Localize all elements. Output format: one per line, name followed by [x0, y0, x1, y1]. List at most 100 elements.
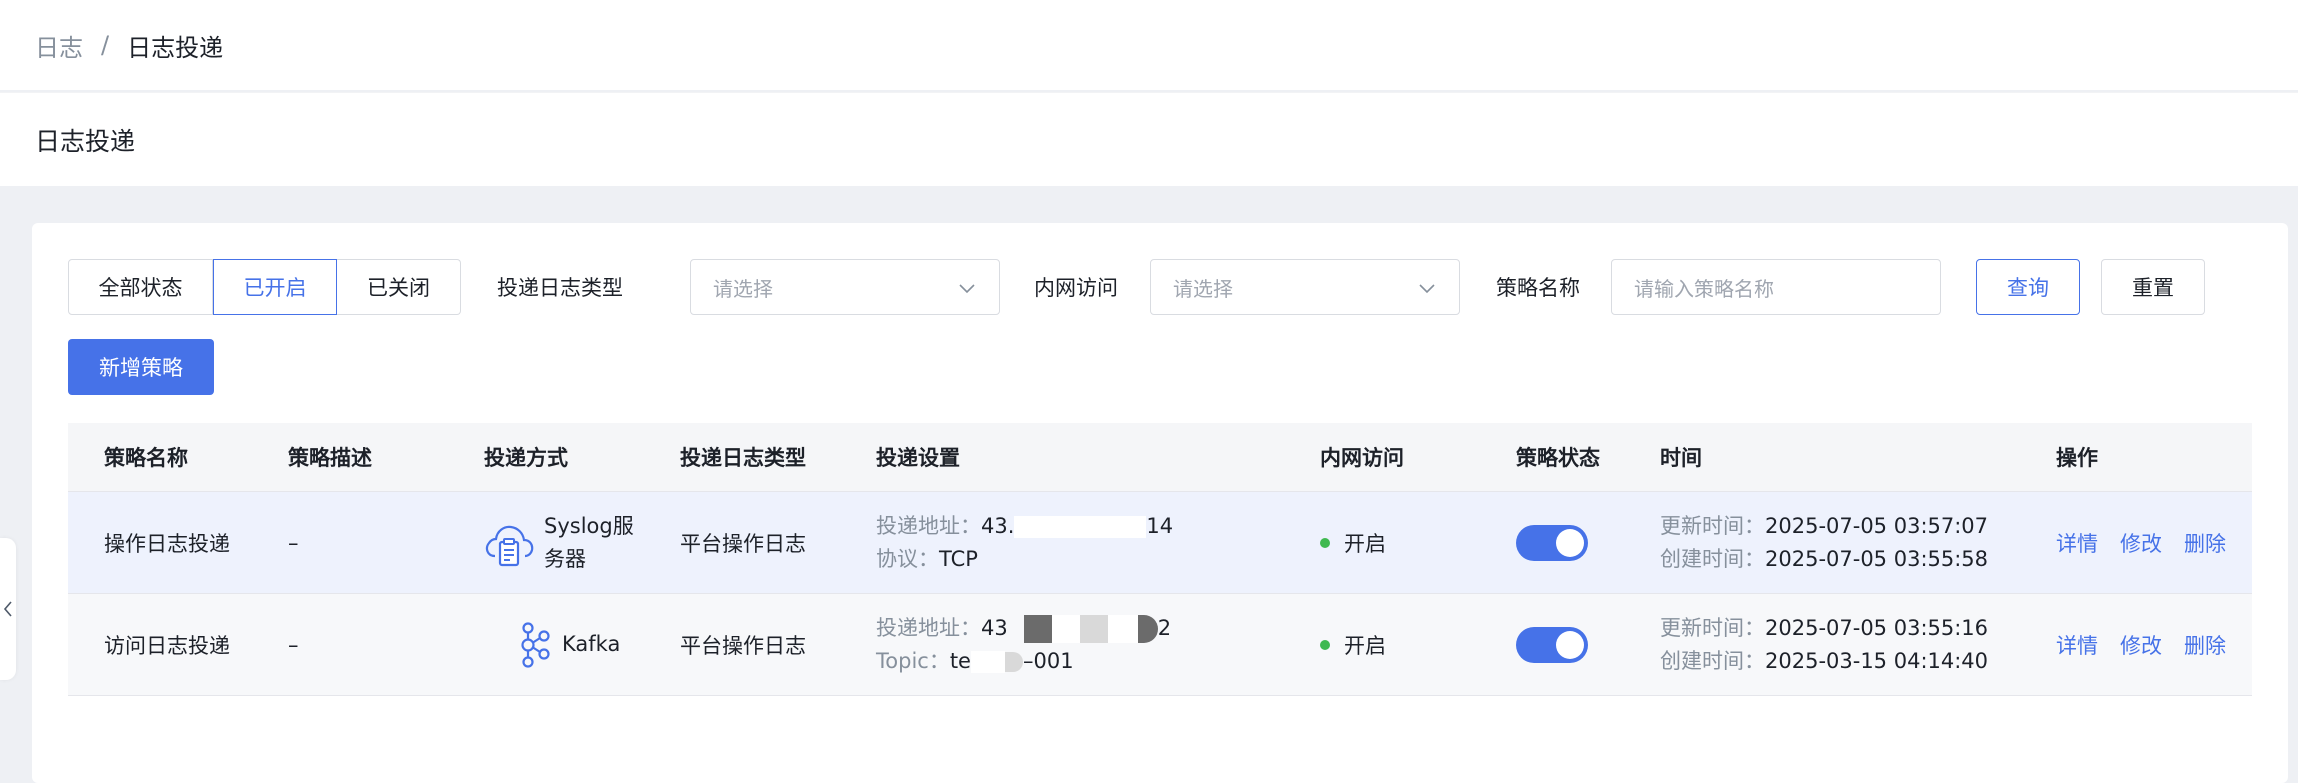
- col-header-name: 策略名称: [104, 446, 188, 470]
- content-card: 全部状态 已开启 已关闭 投递日志类型 请选择 内网访问 请选择 策略名称 请输…: [32, 223, 2288, 783]
- protocol-value: TCP: [939, 546, 978, 571]
- chevron-left-icon: [3, 601, 12, 617]
- cell-method: Syslog服 务器: [482, 492, 634, 593]
- log-type-select[interactable]: 请选择: [690, 259, 1000, 315]
- updated-label: 更新时间：: [1660, 615, 1765, 640]
- table-row: 操作日志投递 – Syslog服 务器 平台操作日志 投递地址：43. 14 协…: [68, 492, 2252, 594]
- cell-policy-desc: –: [288, 530, 299, 555]
- created-value: 2025-03-15 04:14:40: [1765, 648, 1989, 673]
- filter-bar: 全部状态 已开启 已关闭 投递日志类型 请选择 内网访问 请选择 策略名称 请输…: [68, 259, 2288, 315]
- edit-link[interactable]: 修改: [2120, 630, 2162, 660]
- add-policy-button[interactable]: 新增策略: [68, 339, 214, 395]
- redaction-mask: [1004, 651, 1023, 672]
- cell-intranet: 开启: [1320, 594, 1386, 695]
- redaction-mask: [1079, 614, 1108, 643]
- updated-value: 2025-07-05 03:55:16: [1765, 615, 1989, 640]
- col-header-actions: 操作: [2056, 446, 2098, 470]
- query-button[interactable]: 查询: [1976, 259, 2080, 315]
- status-tab-disabled[interactable]: 已关闭: [337, 259, 461, 315]
- intranet-select[interactable]: 请选择: [1150, 259, 1460, 315]
- addr-prefix: 43.: [981, 513, 1015, 538]
- chevron-down-icon: [959, 284, 975, 294]
- cell-policy-name: 操作日志投递: [104, 531, 230, 556]
- cell-intranet: 开启: [1320, 492, 1386, 593]
- created-value: 2025-07-05 03:55:58: [1765, 546, 1989, 571]
- cell-policy-desc: –: [288, 632, 299, 657]
- redaction-mask: [1051, 614, 1080, 643]
- log-type-label: 投递日志类型: [497, 276, 623, 300]
- cell-settings: 投递地址：43 2 Topic：te –001: [876, 594, 1171, 695]
- col-header-time: 时间: [1660, 446, 1702, 470]
- addr-prefix: 43: [981, 615, 1008, 640]
- cell-time: 更新时间：2025-07-05 03:57:07 创建时间：2025-07-05…: [1660, 492, 1988, 593]
- cell-settings: 投递地址：43. 14 协议：TCP: [876, 492, 1173, 593]
- breadcrumb: 日志 / 日志投递: [0, 0, 2298, 90]
- delete-link[interactable]: 删除: [2184, 528, 2226, 558]
- addr-label: 投递地址：: [876, 513, 981, 538]
- status-tab-enabled[interactable]: 已开启: [213, 259, 337, 315]
- log-type-placeholder: 请选择: [713, 276, 773, 301]
- sidebar-collapse-handle[interactable]: [0, 538, 16, 680]
- chevron-down-icon: [1419, 284, 1435, 294]
- status-segmented-control: 全部状态 已开启 已关闭: [68, 259, 461, 315]
- topic-prefix: te: [949, 648, 971, 673]
- intranet-status-text: 开启: [1344, 633, 1386, 658]
- method-label-line2: 务器: [544, 546, 586, 571]
- col-header-settings: 投递设置: [876, 446, 960, 470]
- redaction-mask: [1014, 515, 1147, 538]
- status-dot-icon: [1320, 537, 1330, 548]
- topic-suffix: –001: [1022, 648, 1074, 673]
- updated-label: 更新时间：: [1660, 513, 1765, 538]
- policy-name-placeholder: 请输入策略名称: [1634, 276, 1774, 301]
- cell-status: [1516, 594, 1588, 695]
- page-header: 日志投递: [0, 92, 2298, 186]
- cell-log-type: 平台操作日志: [680, 633, 806, 658]
- method-label-line1: Syslog服: [544, 513, 634, 538]
- created-label: 创建时间：: [1660, 648, 1765, 673]
- policy-table: 策略名称 策略描述 投递方式 投递日志类型 投递设置 内网访问 策略状态 时间 …: [68, 423, 2252, 696]
- policy-name-label: 策略名称: [1496, 276, 1580, 300]
- cell-actions: 详情 修改 删除: [2056, 594, 2248, 695]
- status-dot-icon: [1320, 639, 1330, 650]
- redaction-mask: [970, 650, 1005, 673]
- topic-label: Topic：: [876, 648, 950, 673]
- policy-status-toggle[interactable]: [1516, 524, 1588, 561]
- detail-link[interactable]: 详情: [2056, 630, 2098, 660]
- col-header-status: 策略状态: [1516, 446, 1600, 470]
- cell-method: Kafka: [516, 594, 620, 695]
- addr-suffix: 2: [1157, 615, 1172, 640]
- col-header-log-type: 投递日志类型: [680, 446, 806, 470]
- protocol-label: 协议：: [876, 546, 939, 571]
- method-label-line1: Kafka: [562, 632, 621, 656]
- table-header: 策略名称 策略描述 投递方式 投递日志类型 投递设置 内网访问 策略状态 时间 …: [68, 423, 2252, 492]
- cell-actions: 详情 修改 删除: [2056, 492, 2248, 593]
- redaction-mask: [1107, 614, 1138, 643]
- breadcrumb-separator: /: [101, 31, 110, 59]
- edit-link[interactable]: 修改: [2120, 528, 2162, 558]
- intranet-placeholder: 请选择: [1173, 276, 1233, 301]
- cell-policy-name: 访问日志投递: [104, 633, 230, 658]
- policy-name-input[interactable]: 请输入策略名称: [1611, 259, 1941, 315]
- cell-status: [1516, 492, 1588, 593]
- cell-log-type: 平台操作日志: [680, 531, 806, 556]
- addr-suffix: 14: [1146, 513, 1174, 538]
- detail-link[interactable]: 详情: [2056, 528, 2098, 558]
- policy-status-toggle[interactable]: [1516, 626, 1588, 663]
- cell-time: 更新时间：2025-07-05 03:55:16 创建时间：2025-03-15…: [1660, 594, 1988, 695]
- breadcrumb-current: 日志投递: [127, 33, 224, 62]
- cloud-clipboard-icon: [485, 525, 534, 566]
- redaction-mask: [1137, 614, 1158, 643]
- delete-link[interactable]: 删除: [2184, 630, 2226, 660]
- redaction-mask: [1023, 614, 1052, 643]
- col-header-method: 投递方式: [484, 446, 568, 470]
- table-row: 访问日志投递 – Kafka 平台操作日志 投递地址：43 2 Topic：te…: [68, 594, 2252, 696]
- breadcrumb-parent-link[interactable]: 日志: [35, 28, 83, 63]
- reset-button[interactable]: 重置: [2101, 259, 2205, 315]
- col-header-desc: 策略描述: [288, 446, 372, 470]
- kafka-icon: [521, 621, 550, 668]
- status-tab-all[interactable]: 全部状态: [68, 259, 213, 315]
- intranet-label: 内网访问: [1034, 276, 1118, 300]
- created-label: 创建时间：: [1660, 546, 1765, 571]
- page-title: 日志投递: [35, 126, 136, 156]
- col-header-intranet: 内网访问: [1320, 446, 1404, 470]
